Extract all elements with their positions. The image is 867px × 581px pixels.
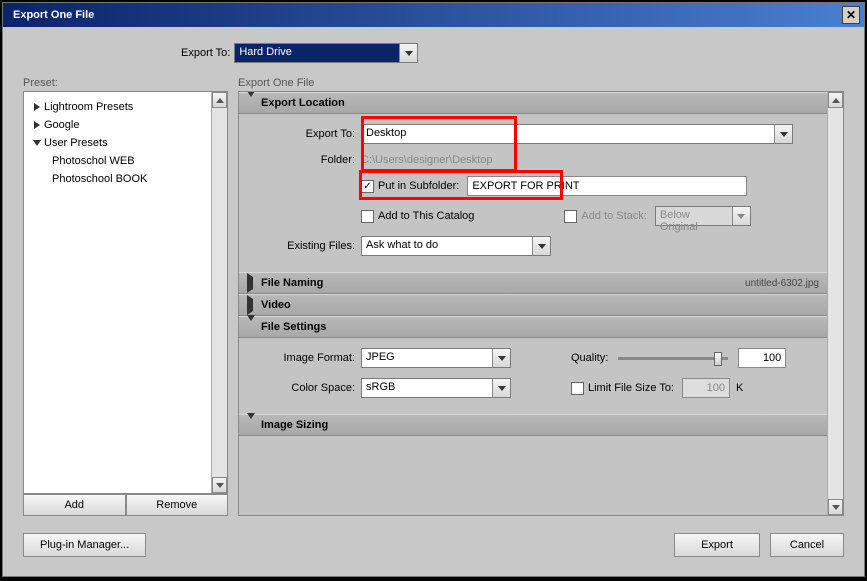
preset-scrollbar[interactable]: [211, 92, 227, 493]
add-stack-label: Add to Stack:: [581, 210, 646, 222]
format-select[interactable]: JPEG: [361, 348, 511, 368]
add-catalog-checkbox[interactable]: [361, 210, 374, 223]
plugin-manager-button[interactable]: Plug-in Manager...: [23, 533, 146, 557]
limit-label: Limit File Size To:: [588, 382, 674, 394]
preset-list: Lightroom Presets Google User Presets Ph…: [23, 91, 228, 494]
triangle-right-icon: [34, 121, 40, 129]
subfolder-label: Put in Subfolder:: [378, 180, 459, 192]
chevron-down-icon: [774, 125, 792, 143]
limit-input: [682, 378, 730, 398]
triangle-down-icon: [247, 315, 255, 333]
section-file-settings[interactable]: File Settings: [239, 316, 827, 338]
triangle-down-icon: [247, 413, 255, 431]
folder-path: C:\Users\designer\Desktop: [361, 154, 492, 166]
export-to-select[interactable]: Hard Drive: [234, 43, 418, 63]
preset-label: Preset:: [23, 77, 228, 89]
chevron-down-icon: [492, 379, 510, 397]
titlebar: Export One File ✕: [3, 3, 864, 27]
format-label: Image Format:: [255, 352, 355, 364]
triangle-down-icon: [247, 92, 255, 109]
section-video[interactable]: Video: [239, 294, 827, 316]
preset-photoschool-web[interactable]: Photoschol WEB: [28, 152, 207, 170]
right-scrollbar[interactable]: [827, 92, 843, 515]
triangle-right-icon: [34, 103, 40, 111]
cancel-button[interactable]: Cancel: [770, 533, 844, 557]
add-catalog-label: Add to This Catalog: [378, 210, 474, 222]
colorspace-label: Color Space:: [255, 382, 355, 394]
scroll-down-icon[interactable]: [212, 477, 227, 493]
preset-photoschool-book[interactable]: Photoschool BOOK: [28, 170, 207, 188]
remove-preset-button[interactable]: Remove: [126, 494, 229, 516]
existing-select[interactable]: Ask what to do: [361, 236, 551, 256]
preset-google[interactable]: Google: [28, 116, 207, 134]
export-button[interactable]: Export: [674, 533, 760, 557]
quality-slider[interactable]: [618, 357, 728, 360]
section-file-naming[interactable]: File Naminguntitled-6302.jpg: [239, 272, 827, 294]
section-export-location[interactable]: Export Location: [239, 92, 827, 114]
close-button[interactable]: ✕: [842, 6, 860, 24]
quality-input[interactable]: [738, 348, 786, 368]
triangle-down-icon: [33, 140, 41, 146]
triangle-right-icon: [247, 273, 253, 293]
existing-label: Existing Files:: [255, 240, 355, 252]
slider-thumb-icon[interactable]: [714, 352, 722, 366]
add-preset-button[interactable]: Add: [23, 494, 126, 516]
chevron-down-icon: [732, 207, 750, 225]
quality-label: Quality:: [571, 352, 608, 364]
limit-unit: K: [736, 382, 743, 394]
export-to-label: Export To:: [181, 47, 230, 59]
subfolder-input[interactable]: [467, 176, 747, 196]
loc-export-to-select[interactable]: Desktop: [361, 124, 793, 144]
window-title: Export One File: [13, 9, 94, 21]
scroll-up-icon[interactable]: [212, 92, 227, 108]
chevron-down-icon: [532, 237, 550, 255]
chevron-down-icon: [399, 44, 417, 62]
right-panel-label: Export One File: [238, 77, 844, 89]
add-stack-select: Below Original: [655, 206, 751, 226]
limit-checkbox[interactable]: [571, 382, 584, 395]
preset-user[interactable]: User Presets: [28, 134, 207, 152]
folder-label: Folder:: [255, 154, 355, 166]
scroll-up-icon[interactable]: [828, 92, 843, 108]
add-stack-checkbox: [564, 210, 577, 223]
scroll-down-icon[interactable]: [828, 499, 843, 515]
subfolder-checkbox[interactable]: ✓: [361, 180, 374, 193]
preset-lightroom[interactable]: Lightroom Presets: [28, 98, 207, 116]
section-image-sizing[interactable]: Image Sizing: [239, 414, 827, 436]
colorspace-select[interactable]: sRGB: [361, 378, 511, 398]
chevron-down-icon: [492, 349, 510, 367]
loc-export-to-label: Export To:: [255, 128, 355, 140]
triangle-right-icon: [247, 295, 253, 315]
